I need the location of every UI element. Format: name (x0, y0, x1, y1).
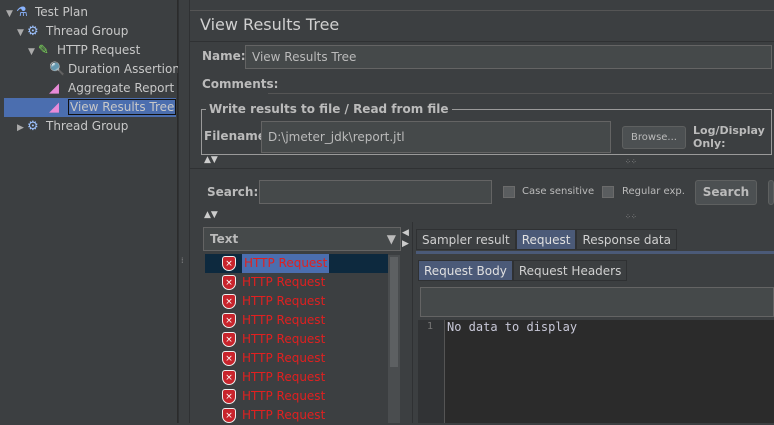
error-shield-icon: × (222, 389, 236, 404)
browse-button[interactable]: Browse... (622, 126, 686, 149)
renderer-value: Text (210, 232, 239, 246)
split-arrows[interactable]: ◀ ▶ (402, 228, 409, 250)
tree-node[interactable]: 🔍 Duration Assertion (39, 60, 180, 79)
search-button[interactable]: Search (695, 180, 757, 205)
search-input[interactable] (259, 180, 492, 204)
tab-request[interactable]: Request (515, 229, 577, 250)
tree-node-label: Duration Assertion (68, 62, 180, 76)
result-list-item[interactable]: × HTTP Request (205, 349, 388, 368)
magnifier-icon: 🔍 (49, 61, 66, 77)
file-group-title: Write results to file / Read from file (206, 102, 452, 116)
gear-icon: ⚙ (27, 23, 39, 39)
result-label: HTTP Request (242, 408, 326, 422)
expanded-triangle-icon[interactable]: ▼ (6, 5, 16, 24)
result-label: HTTP Request (242, 254, 330, 273)
comments-label: Comments: (202, 77, 279, 91)
result-list-item[interactable]: × HTTP Request (205, 311, 388, 330)
tree-node-label: Aggregate Report (68, 81, 175, 95)
request-url-field[interactable] (420, 287, 774, 317)
name-input[interactable]: View Results Tree (245, 45, 772, 69)
result-list-item[interactable]: × HTTP Request (205, 406, 388, 425)
search-label: Search: (207, 185, 259, 199)
gear-icon: ⚙ (27, 118, 39, 134)
error-shield-icon: × (222, 313, 236, 328)
test-plan-tree: ▼ ⚗ Test Plan ▼ ⚙ Thread Group ▼ ✎ HTTP Request 🔍… (0, 0, 180, 423)
error-shield-icon: × (222, 294, 236, 309)
request-subtabs: Request Body Request Headers (418, 260, 628, 281)
result-label: HTTP Request (242, 275, 326, 289)
body-text: No data to display (447, 320, 578, 334)
tree-node-label: View Results Tree (68, 99, 177, 115)
result-list-item[interactable]: × HTTP Request (205, 330, 388, 349)
tree-node-label: Thread Group (46, 119, 129, 133)
result-label: HTTP Request (242, 294, 326, 308)
tree-node[interactable]: ▼ ✎ HTTP Request (28, 41, 140, 60)
result-list-item[interactable]: × HTTP Request (205, 387, 388, 406)
tab-response-data[interactable]: Response data (576, 229, 677, 250)
result-label: HTTP Request (242, 313, 326, 327)
error-shield-icon: × (222, 332, 236, 347)
regular-exp-checkbox[interactable] (602, 186, 614, 198)
chart-icon: ◢ (49, 99, 59, 115)
result-list-item[interactable]: × HTTP Request (205, 254, 388, 273)
tree-node[interactable]: ▼ ⚗ Test Plan (6, 3, 88, 22)
tree-node[interactable]: ◢ View Results Tree (4, 98, 177, 117)
filename-label: Filename (204, 129, 266, 143)
name-label: Name: (202, 49, 246, 63)
pipette-icon: ✎ (38, 42, 49, 58)
splitter-grip[interactable]: ⁘⁘ (625, 158, 637, 166)
renderer-select[interactable]: Text ▼ (203, 227, 401, 251)
split-divider[interactable]: ⁞ (178, 0, 190, 423)
result-list-item[interactable]: × HTTP Request (205, 368, 388, 387)
result-label: HTTP Request (242, 389, 326, 403)
chevron-down-icon: ▼ (386, 232, 396, 246)
tree-node-label: HTTP Request (57, 43, 141, 57)
log-display-only-label: Log/Display Only: (693, 124, 765, 150)
tree-node-label: Test Plan (35, 5, 88, 19)
case-sensitive-label: Case sensitive (522, 186, 595, 197)
error-shield-icon: × (222, 351, 236, 366)
comments-input[interactable] (268, 74, 772, 94)
collapse-expand-arrows[interactable]: ▲▼ (204, 210, 218, 220)
result-label: HTTP Request (242, 332, 326, 346)
tree-node[interactable]: ▶ ⚙ Thread Group (17, 117, 128, 136)
chart-icon: ◢ (49, 80, 59, 96)
regular-exp-label: Regular exp. (622, 186, 685, 197)
expanded-triangle-icon[interactable]: ▼ (17, 24, 27, 43)
reset-button[interactable] (768, 180, 774, 205)
filename-input[interactable]: D:\jmeter_jdk\report.jtl (261, 121, 611, 153)
line-number: 1 (427, 321, 434, 332)
expanded-triangle-icon[interactable]: ▼ (28, 43, 38, 62)
collapsed-triangle-icon[interactable]: ▶ (17, 119, 27, 138)
error-shield-icon: × (222, 370, 236, 385)
flask-icon: ⚗ (16, 4, 28, 20)
result-label: HTTP Request (242, 351, 326, 365)
result-tabs: Sampler result Request Response data (416, 229, 677, 250)
request-body-editor[interactable]: 1 No data to display (418, 320, 774, 423)
error-shield-icon: × (222, 256, 236, 271)
error-shield-icon: × (222, 408, 236, 423)
subtab-request-headers[interactable]: Request Headers (512, 260, 628, 281)
subtab-request-body[interactable]: Request Body (418, 260, 513, 281)
list-scrollbar[interactable] (388, 255, 400, 423)
result-label: HTTP Request (242, 370, 326, 384)
error-shield-icon: × (222, 275, 236, 290)
result-list-item[interactable]: × HTTP Request (205, 292, 388, 311)
splitter-grip[interactable]: ⁘⁘ (625, 213, 637, 221)
collapse-expand-arrows[interactable]: ▲▼ (204, 155, 218, 165)
tree-node[interactable]: ◢ Aggregate Report (39, 79, 174, 98)
tree-node[interactable]: ▼ ⚙ Thread Group (17, 22, 128, 41)
page-title: View Results Tree (200, 15, 340, 34)
case-sensitive-checkbox[interactable] (503, 186, 515, 198)
tab-sampler-result[interactable]: Sampler result (416, 229, 516, 250)
result-list-item[interactable]: × HTTP Request (205, 273, 388, 292)
tree-node-label: Thread Group (46, 24, 129, 38)
